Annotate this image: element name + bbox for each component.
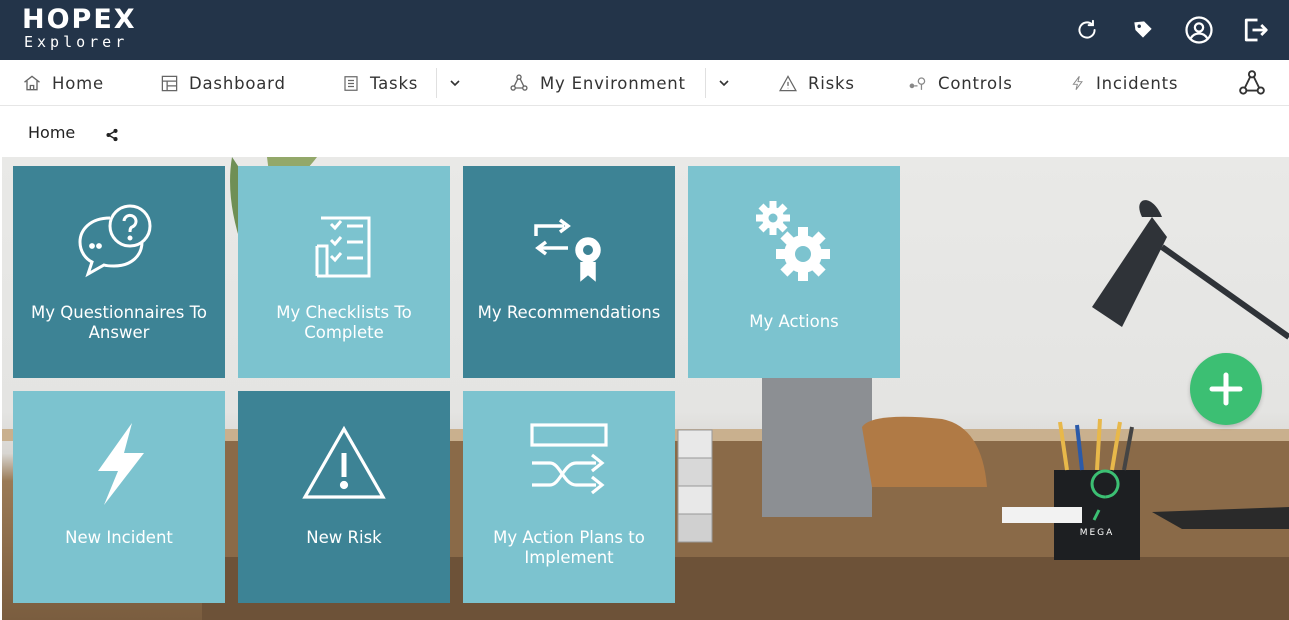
tile-new-risk[interactable]: New Risk [238, 391, 450, 603]
lightning-icon [13, 421, 225, 511]
chevron-down-icon [450, 80, 460, 87]
nav-incidents-label: Incidents [1096, 73, 1179, 93]
recommendation-icon [463, 196, 675, 286]
nav-tasks-label: Tasks [370, 73, 419, 93]
tile-label: My Questionnaires To Answer [31, 303, 207, 342]
gears-icon [688, 196, 900, 286]
tile-label: New Risk [306, 528, 382, 547]
tasks-icon [344, 75, 358, 91]
nav-incidents[interactable]: Incidents [1070, 60, 1178, 106]
user-icon[interactable] [1179, 10, 1219, 50]
main-nav: Home Dashboard Tasks My Environment Risk… [0, 60, 1289, 106]
breadcrumb-bar: Home [0, 107, 1289, 157]
tile-my-recommendations[interactable]: My Recommendations [463, 166, 675, 378]
logo-title: HOPEX [22, 4, 137, 35]
controls-icon [909, 76, 926, 90]
nav-my-environment[interactable]: My Environment [508, 60, 686, 106]
lightning-icon [1072, 76, 1083, 90]
nav-my-environment-label: My Environment [540, 73, 686, 93]
top-bar: HOPEX Explorer [0, 0, 1289, 60]
logo-subtitle: Explorer [24, 33, 129, 51]
home-workspace: MEGA My Questionnaires To Answer My Chec [2, 157, 1289, 620]
environment-dropdown-toggle[interactable] [705, 68, 732, 98]
tile-my-action-plans[interactable]: My Action Plans to Implement [463, 391, 675, 603]
logout-icon[interactable] [1235, 10, 1275, 50]
tile-new-incident[interactable]: New Incident [13, 391, 225, 603]
refresh-icon[interactable] [1067, 10, 1107, 50]
nav-controls[interactable]: Controls [907, 60, 1013, 106]
warning-icon [238, 421, 450, 511]
environment-icon [510, 74, 528, 91]
tile-label: My Action Plans to Implement [493, 528, 645, 567]
pencil-holder-text: MEGA [1080, 528, 1115, 538]
network-icon [1239, 70, 1265, 95]
nav-more-environment[interactable] [1236, 60, 1268, 106]
tile-my-checklists[interactable]: My Checklists To Complete [238, 166, 450, 378]
nav-dashboard-label: Dashboard [189, 73, 286, 93]
nav-risks[interactable]: Risks [778, 60, 855, 106]
nav-dashboard[interactable]: Dashboard [160, 60, 286, 106]
tasks-dropdown-toggle[interactable] [436, 68, 463, 98]
tile-label: My Recommendations [477, 303, 661, 322]
nav-home-label: Home [52, 73, 104, 93]
plus-icon [1209, 372, 1243, 406]
tile-label: My Actions [749, 312, 839, 331]
tile-label: My Checklists To Complete [276, 303, 412, 342]
add-button[interactable] [1190, 353, 1262, 425]
questionnaire-icon [13, 196, 225, 286]
tile-my-actions[interactable]: My Actions [688, 166, 900, 378]
chevron-down-icon [719, 80, 729, 87]
dashboard-icon [161, 75, 178, 91]
checklist-icon [238, 196, 450, 286]
action-plan-icon [463, 421, 675, 511]
warning-icon [779, 74, 797, 91]
nav-risks-label: Risks [808, 73, 855, 93]
home-icon [24, 75, 40, 91]
tile-label: New Incident [65, 528, 173, 547]
hopex-logo[interactable]: HOPEX Explorer [22, 6, 137, 51]
nav-home[interactable]: Home [22, 60, 104, 106]
breadcrumb[interactable]: Home [28, 123, 75, 142]
tag-icon[interactable] [1123, 10, 1163, 50]
tile-my-questionnaires[interactable]: My Questionnaires To Answer [13, 166, 225, 378]
nav-tasks[interactable]: Tasks [342, 60, 418, 106]
nav-controls-label: Controls [938, 73, 1013, 93]
top-actions [1067, 10, 1275, 50]
share-icon[interactable] [105, 127, 119, 146]
